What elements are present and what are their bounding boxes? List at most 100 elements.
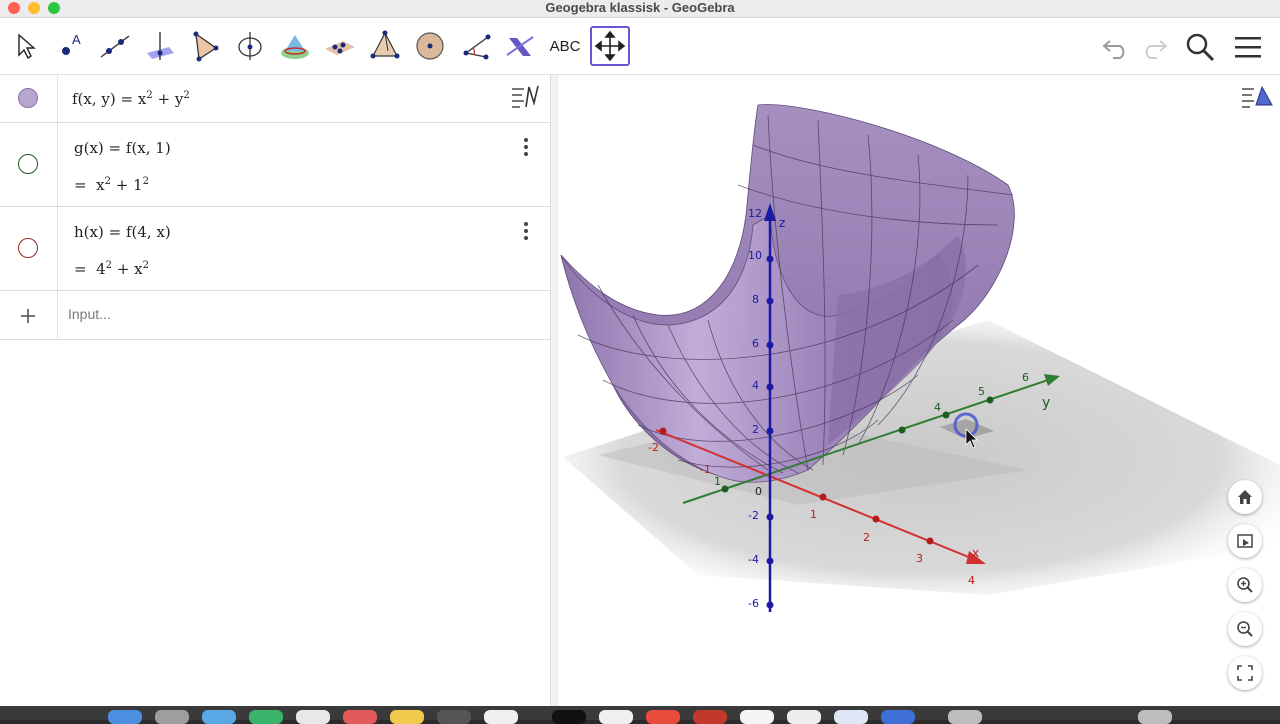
dock-app-icon[interactable] — [108, 710, 142, 724]
dock-app-icon[interactable] — [343, 710, 377, 724]
pyramid-tool-button[interactable] — [365, 26, 405, 66]
undo-icon — [1102, 40, 1125, 59]
x-tick-neg1: -1 — [700, 463, 711, 476]
macos-dock — [0, 706, 1280, 724]
dock-app-icon[interactable] — [646, 710, 680, 724]
zoom-out-icon — [1237, 621, 1253, 637]
angle-tool-button[interactable] — [455, 26, 495, 66]
triangle-icon — [193, 31, 219, 62]
dock-app-icon[interactable] — [881, 710, 915, 724]
definition-g[interactable]: g(x) = f(x, 1) — [74, 139, 171, 157]
line-icon — [100, 35, 130, 58]
dock-app-icon[interactable] — [948, 710, 982, 724]
graphics-3d-view[interactable]: 12 10 8 6 4 2 0 -2 -4 -6 -2 -1 1 2 3 4 1… — [558, 75, 1280, 706]
move-tool-button[interactable] — [5, 26, 45, 66]
toolbar: A ABC — [0, 19, 1280, 75]
z-tick-10: 10 — [748, 249, 762, 262]
more-options-button-g[interactable] — [516, 135, 536, 159]
dock-app-icon[interactable] — [437, 710, 471, 724]
y-axis-label: y — [1042, 395, 1050, 411]
line-tool-button[interactable] — [95, 26, 135, 66]
move-graphics-view-button[interactable] — [590, 26, 630, 66]
dock-app-icon[interactable] — [787, 710, 821, 724]
value-g: = x2 + 12 — [74, 176, 149, 194]
visibility-toggle-h[interactable] — [18, 238, 38, 258]
pyramid-icon — [370, 30, 400, 59]
hamburger-menu-icon — [1235, 37, 1261, 58]
view-divider[interactable] — [550, 75, 558, 706]
y-tick-1: 1 — [714, 475, 721, 488]
angle-icon — [463, 34, 491, 60]
z-tick-neg6: -6 — [748, 597, 759, 610]
dock-app-icon[interactable] — [693, 710, 727, 724]
3d-view-style-icon — [1242, 85, 1273, 108]
algebra-row-f[interactable]: f(x, y) = x2 + y2 — [0, 75, 550, 123]
dock-app-icon[interactable] — [296, 710, 330, 724]
algebra-settings-button[interactable] — [510, 83, 544, 113]
dock-app-icon[interactable] — [390, 710, 424, 724]
algebra-view: f(x, y) = x2 + y2 g(x) = f(x, 1) = x2 + … — [0, 75, 550, 706]
undo-button[interactable] — [1100, 31, 1132, 63]
search-button[interactable] — [1184, 31, 1216, 63]
intersect-tool-button[interactable] — [275, 26, 315, 66]
perpendicular-tool-button[interactable] — [140, 26, 180, 66]
plus-icon — [21, 309, 35, 323]
move-arrows-icon — [594, 30, 626, 62]
dock-app-icon[interactable] — [740, 710, 774, 724]
title-bar: Geogebra klassisk - GeoGebra — [0, 0, 1280, 18]
redo-button[interactable] — [1138, 31, 1170, 63]
zoom-in-icon — [1237, 577, 1253, 593]
algebra-row-h[interactable]: h(x) = f(4, x) = 42 + x2 — [0, 207, 550, 291]
x-tick-1: 1 — [810, 508, 817, 521]
algebra-input-row[interactable]: Input... — [0, 291, 550, 340]
algebra-style-icon — [512, 85, 539, 108]
plane-tool-button[interactable] — [320, 26, 360, 66]
expression-f[interactable]: f(x, y) = x2 + y2 — [72, 90, 190, 108]
3d-style-bar-button[interactable] — [1240, 83, 1274, 113]
more-options-button-h[interactable] — [516, 219, 536, 243]
z-tick-neg4: -4 — [748, 553, 759, 566]
main-menu-button[interactable] — [1232, 31, 1264, 63]
circle-axis-tool-button[interactable] — [230, 26, 270, 66]
view-in-front-button[interactable] — [1228, 524, 1262, 558]
dock-app-icon[interactable] — [484, 710, 518, 724]
window-title: Geogebra klassisk - GeoGebra — [545, 0, 735, 15]
circle-around-axis-icon — [238, 32, 262, 60]
z-tick-neg2: -2 — [748, 509, 759, 522]
sphere-tool-button[interactable] — [410, 26, 450, 66]
dock-app-icon[interactable] — [834, 710, 868, 724]
point-icon: A — [62, 32, 81, 55]
input-bar[interactable]: Input... — [68, 306, 111, 322]
visibility-toggle-g[interactable] — [18, 154, 38, 174]
dock-app-icon[interactable] — [1138, 710, 1172, 724]
reflect-tool-button[interactable] — [500, 26, 540, 66]
x-axis-label: x — [972, 546, 979, 560]
marble-cell — [0, 291, 58, 339]
dock-app-icon[interactable] — [249, 710, 283, 724]
sphere-icon — [416, 32, 444, 60]
perpendicular-icon — [147, 32, 174, 60]
zoom-out-button[interactable] — [1228, 612, 1262, 646]
dock-app-icon[interactable] — [202, 710, 236, 724]
zoom-in-button[interactable] — [1228, 568, 1262, 602]
dock-app-icon[interactable] — [599, 710, 633, 724]
fullscreen-button[interactable] — [1228, 656, 1262, 690]
definition-h[interactable]: h(x) = f(4, x) — [74, 223, 171, 241]
point-tool-button[interactable]: A — [50, 26, 90, 66]
dock-app-icon[interactable] — [552, 710, 586, 724]
z-tick-2: 2 — [752, 423, 759, 436]
z-axis-label: z — [779, 216, 785, 230]
cursor-arrow-icon — [18, 33, 36, 60]
polygon-tool-button[interactable] — [185, 26, 225, 66]
y-tick-5: 5 — [978, 385, 985, 398]
z-tick-4: 4 — [752, 379, 759, 392]
marble-cell — [0, 75, 58, 122]
standard-view-button[interactable] — [1228, 480, 1262, 514]
visibility-toggle-f[interactable] — [18, 88, 38, 108]
view-rotate-icon — [1237, 534, 1253, 548]
dock-app-icon[interactable] — [155, 710, 189, 724]
y-tick-4: 4 — [934, 401, 941, 414]
text-tool-button[interactable]: ABC — [545, 26, 585, 66]
algebra-row-g[interactable]: g(x) = f(x, 1) = x2 + 12 — [0, 123, 550, 207]
marble-cell — [0, 207, 58, 290]
